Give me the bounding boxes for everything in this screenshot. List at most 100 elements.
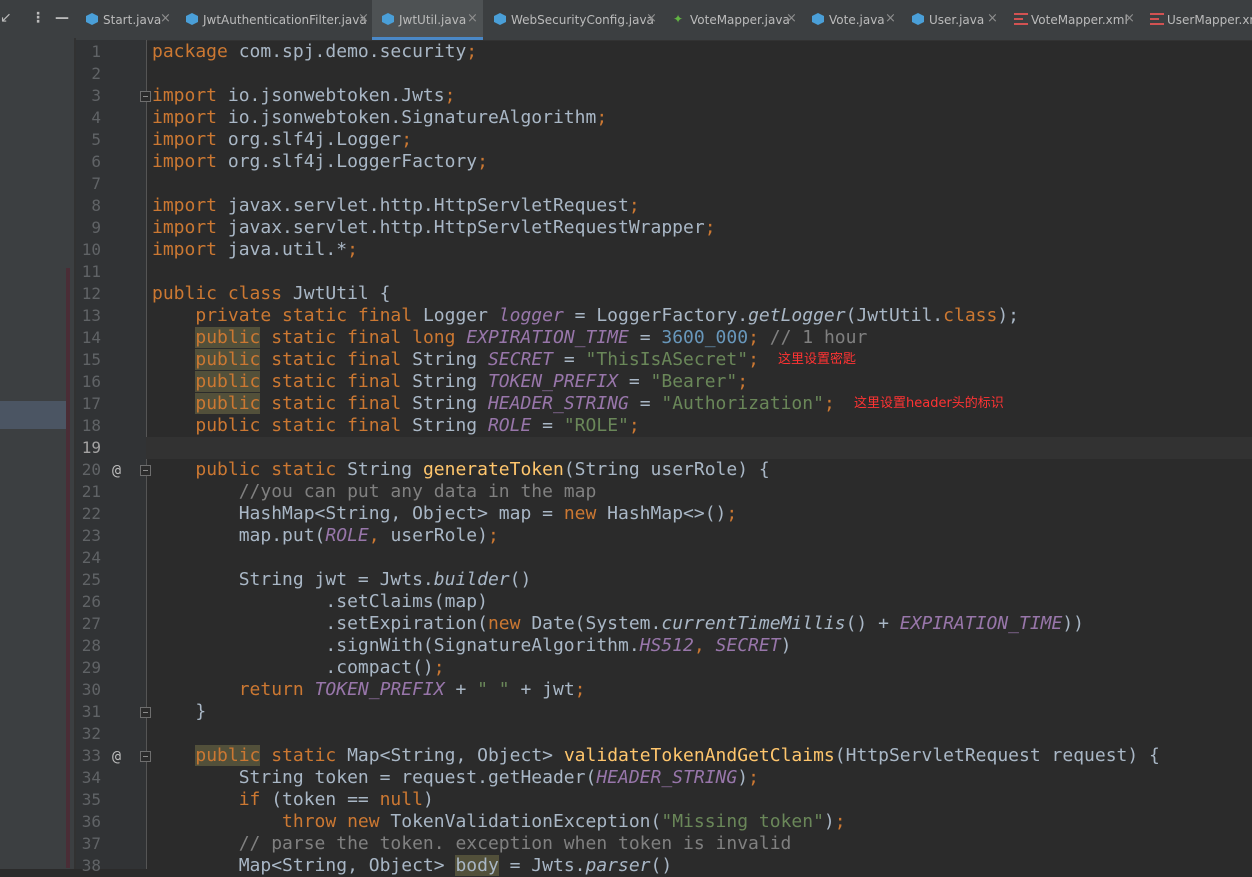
line-number: 36 (81, 812, 101, 831)
tab-user-java[interactable]: User.java × (899, 0, 1000, 40)
line-number: 1 (91, 42, 101, 61)
tab-label: Vote.java (829, 13, 885, 27)
tab-start-java[interactable]: Start.java × (76, 0, 176, 40)
code-token: static final (260, 393, 413, 414)
tab-jwtutil-java[interactable]: JwtUtil.java × (372, 0, 483, 40)
code-line[interactable]: import io.jsonwebtoken.SignatureAlgorith… (152, 107, 607, 129)
close-icon[interactable]: × (1124, 12, 1135, 26)
project-panel-strip: ↙ ⋮ — (0, 0, 76, 869)
code-token: () (650, 855, 673, 876)
code-line[interactable]: HashMap<String, Object> map = new HashMa… (152, 503, 738, 525)
code-line[interactable]: Map<String, Object> body = Jwts.parser() (152, 855, 672, 877)
line-number: 13 (81, 306, 101, 325)
close-icon[interactable]: × (160, 12, 171, 26)
fold-toggle-icon[interactable] (140, 751, 151, 762)
code-line[interactable]: import org.slf4j.Logger; (152, 129, 412, 151)
code-line[interactable]: public static final String HEADER_STRING… (152, 393, 835, 415)
code-line[interactable]: map.put(ROLE, userRole); (152, 525, 499, 547)
close-icon[interactable]: × (646, 12, 657, 26)
code-token: ; (704, 217, 716, 238)
fold-toggle-icon[interactable] (140, 707, 151, 718)
code-token: ; (433, 657, 445, 678)
code-token: Date(System. (531, 613, 662, 634)
code-line[interactable]: throw new TokenValidationException("Miss… (152, 811, 846, 833)
code-token: EXPIRATION_TIME (466, 327, 629, 348)
code-token: ; (748, 327, 759, 348)
code-token: = (618, 371, 651, 392)
code-line[interactable]: .setClaims(map) (152, 591, 488, 613)
code-token: ; (834, 811, 846, 832)
code-line[interactable]: public static String generateToken(Strin… (152, 459, 769, 481)
code-line[interactable]: .compact(); (152, 657, 445, 679)
tab-vote-java[interactable]: Vote.java × (799, 0, 899, 40)
code-line[interactable]: package com.spj.demo.security; (152, 41, 477, 63)
code-line[interactable]: import org.slf4j.LoggerFactory; (152, 151, 488, 173)
code-token: ; (628, 415, 640, 436)
project-tree-selected-row[interactable] (0, 401, 70, 429)
code-token: SECRET (715, 635, 781, 656)
code-line[interactable]: String token = request.getHeader(HEADER_… (152, 767, 759, 789)
code-token: ) (737, 767, 749, 788)
code-line[interactable]: public static final String ROLE = "ROLE"… (152, 415, 640, 437)
line-number: 4 (91, 108, 101, 127)
vertical-dots-icon[interactable]: ⋮ (31, 10, 45, 26)
collapse-arrows-icon[interactable]: ↙ (0, 10, 12, 26)
code-token: "Missing token" (661, 811, 824, 832)
code-token: //you can put any data in the map (238, 481, 597, 502)
code-token: validateTokenAndGetClaims (563, 745, 835, 766)
minimize-icon[interactable]: — (55, 10, 69, 26)
code-line[interactable]: import java.util.*; (152, 239, 358, 261)
code-line[interactable]: import io.jsonwebtoken.Jwts; (152, 85, 455, 107)
line-number: 7 (91, 174, 101, 193)
code-line[interactable]: public static Map<String, Object> valida… (152, 745, 1160, 767)
code-token: (token == (271, 789, 380, 810)
code-line[interactable]: } (152, 701, 206, 723)
code-token: ROLE (487, 415, 532, 436)
code-line[interactable]: import javax.servlet.http.HttpServletReq… (152, 217, 716, 239)
close-icon[interactable]: × (358, 12, 369, 26)
code-token: import (152, 151, 228, 172)
tab-websecurityconfig-java[interactable]: WebSecurityConfig.java × (483, 0, 659, 40)
code-line[interactable]: public static final long EXPIRATION_TIME… (152, 327, 867, 349)
code-line[interactable]: return TOKEN_PREFIX + " " + jwt; (152, 679, 586, 701)
fold-toggle-icon[interactable] (140, 91, 151, 102)
code-token: org.slf4j.LoggerFactory (227, 151, 478, 172)
tab-jwtauthenticationfilter-java[interactable]: JwtAuthenticationFilter.java × (176, 0, 372, 40)
line-number: 15 (81, 350, 101, 369)
tab-label: JwtUtil.java (399, 13, 467, 27)
code-token: ) (780, 635, 792, 656)
code-token: ; (737, 371, 749, 392)
code-line[interactable]: if (token == null) (152, 789, 434, 811)
tab-votemapper-xml[interactable]: VoteMapper.xml × (1000, 0, 1137, 40)
code-token: map.put( (152, 525, 326, 546)
code-token: , (693, 635, 716, 656)
override-marker-icon[interactable]: @ (112, 459, 121, 481)
tab-usermapper-xml[interactable]: UserMapper.xml (1137, 0, 1252, 40)
code-line[interactable]: String jwt = Jwts.builder() (152, 569, 532, 591)
code-line[interactable]: //you can put any data in the map (152, 481, 597, 503)
code-line[interactable]: private static final Logger logger = Log… (152, 305, 1019, 327)
code-line[interactable]: // parse the token. exception when token… (152, 833, 792, 855)
code-token: TOKEN_PREFIX (314, 679, 445, 700)
close-icon[interactable]: × (885, 12, 896, 26)
code-line[interactable]: .signWith(SignatureAlgorithm.HS512, SECR… (152, 635, 791, 657)
close-icon[interactable]: × (987, 12, 998, 26)
line-number: 16 (81, 372, 101, 391)
code-line[interactable]: .setExpiration(new Date(System.currentTi… (152, 613, 1084, 635)
red-annotation-note: 这里设置header头的标识 (854, 396, 1004, 411)
code-line[interactable]: import javax.servlet.http.HttpServletReq… (152, 195, 640, 217)
code-line[interactable]: public static final String SECRET = "Thi… (152, 349, 759, 371)
code-line[interactable]: public static final String TOKEN_PREFIX … (152, 371, 748, 393)
close-icon[interactable]: × (467, 12, 478, 26)
fold-toggle-icon[interactable] (140, 465, 151, 476)
code-line[interactable]: public class JwtUtil { (152, 283, 390, 305)
tab-votemapper-java[interactable]: ✦ VoteMapper.java × (659, 0, 799, 40)
close-icon[interactable]: × (786, 12, 797, 26)
override-marker-icon[interactable]: @ (112, 745, 121, 767)
